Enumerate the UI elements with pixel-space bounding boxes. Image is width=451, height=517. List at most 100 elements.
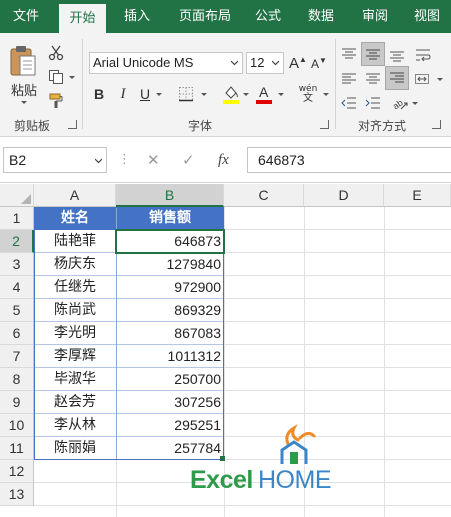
align-middle-icon (366, 49, 380, 60)
formula-input[interactable]: 646873 (247, 147, 451, 173)
tab-file[interactable]: 文件 (4, 0, 48, 33)
column-header-b[interactable]: B (116, 184, 224, 207)
font-size-combo[interactable]: 12 (246, 52, 284, 74)
row-header[interactable]: 12 (0, 460, 34, 483)
worksheet-grid[interactable]: A B C D E 1 2 3 4 5 6 7 8 9 10 11 12 13 … (0, 184, 451, 517)
font-launcher-icon[interactable] (320, 120, 329, 129)
svg-text:A: A (259, 84, 269, 100)
cell-sales[interactable]: 869329 (116, 299, 224, 322)
row-header[interactable]: 2 (0, 230, 34, 253)
row-header[interactable]: 8 (0, 368, 34, 391)
font-name-combo[interactable]: Arial Unicode MS (89, 52, 243, 74)
underline-button[interactable]: U (137, 83, 153, 105)
tab-insert[interactable]: 插入 (114, 0, 160, 33)
font-color-dropdown-icon[interactable] (278, 93, 284, 96)
cell-sales[interactable]: 867083 (116, 322, 224, 345)
cell-name[interactable]: 陆艳菲 (34, 230, 116, 253)
formula-bar-grip-icon[interactable]: ⋮ (118, 147, 131, 173)
row-header[interactable]: 1 (0, 207, 34, 230)
row-header[interactable]: 13 (0, 483, 34, 506)
paste-button[interactable] (6, 41, 40, 81)
cell-name[interactable]: 毕淑华 (34, 368, 116, 391)
tab-review[interactable]: 审阅 (352, 0, 398, 33)
row-header[interactable]: 7 (0, 345, 34, 368)
font-color-button[interactable]: A (253, 83, 275, 105)
align-top-button[interactable] (339, 45, 359, 65)
name-box[interactable]: B2 (3, 147, 107, 173)
row-header[interactable]: 11 (0, 437, 34, 460)
wrap-text-button[interactable] (413, 45, 433, 65)
column-header-a[interactable]: A (34, 184, 116, 207)
align-middle-button[interactable] (361, 42, 385, 66)
merge-center-button[interactable] (412, 69, 432, 89)
cell-sales[interactable]: 1279840 (116, 253, 224, 276)
select-all-corner[interactable] (0, 184, 34, 207)
row-header[interactable]: 4 (0, 276, 34, 299)
cell-name[interactable]: 陈尚武 (34, 299, 116, 322)
merge-dropdown-icon[interactable] (437, 78, 443, 81)
table-header-name[interactable]: 姓名 (34, 207, 116, 230)
column-header-c[interactable]: C (224, 184, 304, 207)
row-header[interactable]: 6 (0, 322, 34, 345)
cell-sales[interactable]: 972900 (116, 276, 224, 299)
cell-sales[interactable]: 1011312 (116, 345, 224, 368)
paste-label[interactable]: 粘贴 (8, 81, 40, 99)
row-header[interactable]: 10 (0, 414, 34, 437)
orientation-button[interactable]: ab (390, 93, 410, 113)
cell-sales[interactable]: 250700 (116, 368, 224, 391)
logo-text-excel: Excel (190, 466, 253, 494)
align-left-button[interactable] (339, 69, 359, 89)
tab-page-layout[interactable]: 页面布局 (170, 0, 240, 33)
alignment-launcher-icon[interactable] (432, 120, 441, 129)
borders-button[interactable] (176, 85, 196, 103)
confirm-entry-icon[interactable]: ✓ (182, 147, 198, 173)
table-header-sales[interactable]: 销售额 (116, 207, 224, 230)
cut-button[interactable] (46, 43, 66, 63)
decrease-indent-button[interactable] (339, 93, 359, 113)
row-header[interactable]: 9 (0, 391, 34, 414)
orientation-dropdown-icon[interactable] (412, 102, 418, 105)
align-center-icon (366, 73, 380, 84)
decrease-font-button[interactable]: A▼ (309, 52, 329, 74)
format-painter-button[interactable] (46, 91, 66, 111)
italic-button[interactable]: I (114, 83, 132, 105)
tab-home[interactable]: 开始 (59, 4, 106, 33)
font-grow-icon: A▲ (289, 54, 307, 72)
cell-name[interactable]: 赵会芳 (34, 391, 116, 414)
phonetic-button[interactable]: wén 文 (294, 83, 322, 105)
copy-dropdown-icon[interactable] (69, 76, 75, 79)
row-header[interactable]: 3 (0, 253, 34, 276)
paste-dropdown-icon[interactable] (21, 101, 27, 104)
increase-indent-button[interactable] (363, 93, 383, 113)
tab-data[interactable]: 数据 (298, 0, 344, 33)
cancel-entry-icon[interactable]: ✕ (147, 147, 163, 173)
cell-sales[interactable]: 307256 (116, 391, 224, 414)
tab-view[interactable]: 视图 (405, 0, 449, 33)
tab-formulas[interactable]: 公式 (246, 0, 290, 33)
cell-name[interactable]: 李光明 (34, 322, 116, 345)
copy-button[interactable] (46, 67, 66, 87)
row-header[interactable]: 5 (0, 299, 34, 322)
cell-name[interactable]: 任继先 (34, 276, 116, 299)
increase-font-button[interactable]: A▲ (288, 52, 308, 74)
fill-color-dropdown-icon[interactable] (243, 93, 249, 96)
cell-name[interactable]: 李从林 (34, 414, 116, 437)
column-header-d[interactable]: D (304, 184, 384, 207)
align-right-button[interactable] (385, 66, 409, 90)
clipboard-launcher-icon[interactable] (68, 120, 77, 129)
align-bottom-button[interactable] (387, 45, 407, 65)
fill-color-button[interactable] (220, 83, 242, 105)
underline-dropdown-icon[interactable] (156, 93, 162, 96)
insert-function-button[interactable]: fx (218, 147, 238, 173)
copy-icon (49, 70, 63, 84)
phonetic-dropdown-icon[interactable] (323, 93, 329, 96)
cell-name[interactable]: 陈丽娟 (34, 437, 116, 460)
align-left-icon (342, 73, 356, 84)
borders-dropdown-icon[interactable] (201, 93, 207, 96)
column-header-e[interactable]: E (384, 184, 451, 207)
bold-button[interactable]: B (90, 83, 108, 105)
cell-name[interactable]: 杨庆东 (34, 253, 116, 276)
cell-name[interactable]: 李厚辉 (34, 345, 116, 368)
align-center-button[interactable] (363, 69, 383, 89)
cell-sales[interactable]: 646873 (116, 230, 224, 253)
